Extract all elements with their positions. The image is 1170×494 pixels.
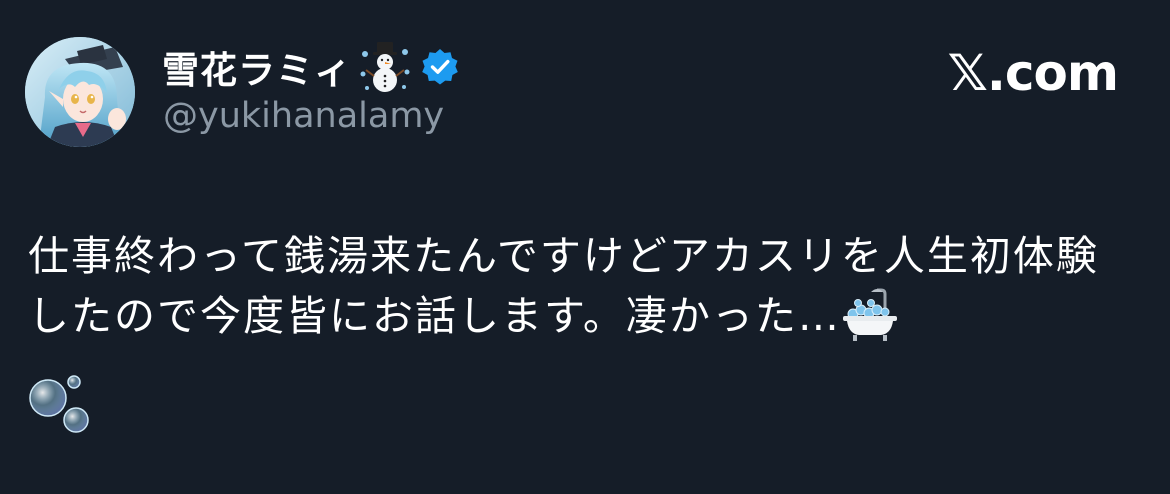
avatar[interactable] [25,37,135,147]
author-handle[interactable]: @yukihanalamy [163,96,444,136]
anime-character-avatar-image [25,37,135,147]
bathtub-icon [842,288,897,341]
snowman-with-snow-icon [360,42,410,92]
bubbles-icon [29,375,89,433]
tweet-body: 仕事終わって銭湯来たんですけどアカスリを人生初体験したので今度皆にお話します。凄… [28,226,1138,346]
author-name-row: 雪花ラミィ [162,38,460,96]
verified-badge-icon [422,49,458,85]
site-label[interactable]: 𝕏.com [948,44,1119,102]
tweet-text: 仕事終わって銭湯来たんですけどアカスリを人生初体験したので今度皆にお話します。凄… [28,232,1099,340]
author-display-name[interactable]: 雪花ラミィ [162,40,352,94]
tweet-card: 雪花ラミィ @yukihanalamy 𝕏.com 仕事終わって銭湯来たんですけ… [0,0,1170,494]
